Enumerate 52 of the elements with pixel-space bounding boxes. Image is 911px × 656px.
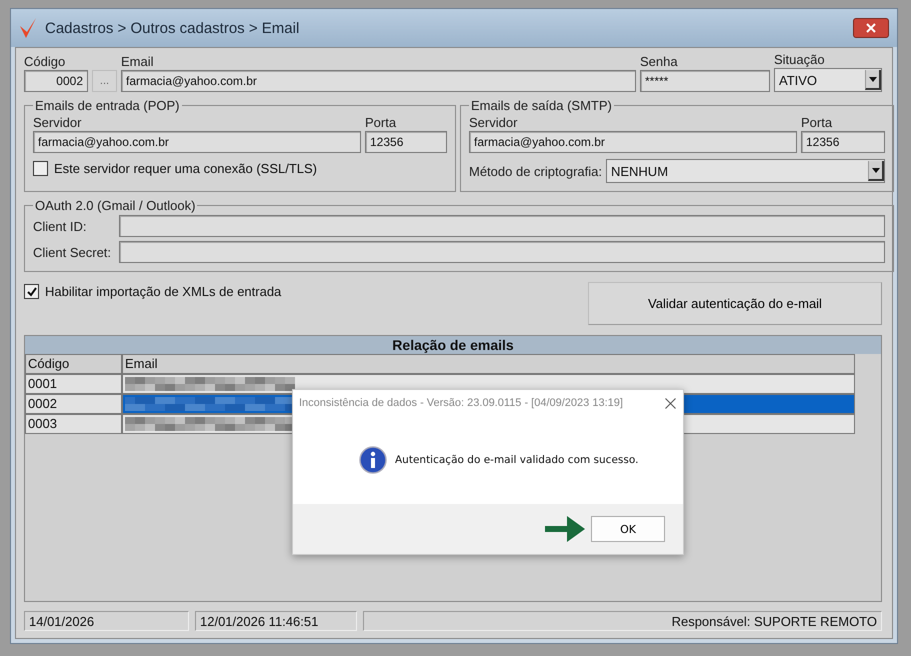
dropdown-caret-icon [872,168,880,172]
validate-button[interactable]: Validar autenticação do e-mail [588,282,882,325]
status-datetime: 12/01/2026 11:46:51 [195,611,357,631]
group-title: Emails de saída (SMTP) [470,98,613,113]
code-field[interactable]: 0002 [24,70,88,92]
email-field[interactable]: farmacia@yahoo.com.br [121,70,636,92]
field-label: Email [121,54,155,69]
field-label: Porta [365,115,398,130]
port-field[interactable]: 12356 [365,131,447,153]
checkbox-label: Este servidor requer uma conexão (SSL/TLS) [54,161,318,176]
table-cell: 0002 [25,394,122,414]
table-cell: 0001 [25,374,122,394]
field-label: Servidor [33,115,82,130]
server-field[interactable]: farmacia@yahoo.com.br [33,131,361,153]
status-dropdown[interactable]: ATIVO [774,68,882,92]
window-title: Cadastros > Outros cadastros > Email [45,20,300,36]
group-title: Emails de entrada (POP) [34,98,181,113]
field-label: Client Secret: [33,244,112,260]
status-date: 14/01/2026 [24,611,189,631]
check-logo-icon [19,17,37,39]
column-header: Email [122,354,855,374]
field-label: Servidor [469,115,518,130]
close-button[interactable] [853,18,889,38]
column-header: Código [25,354,122,374]
table-title: Relação de emails [25,336,881,354]
field-label: Porta [801,115,834,130]
arrow-icon [545,516,585,542]
group-title: OAuth 2.0 (Gmail / Outlook) [34,198,196,213]
checkbox-label: Habilitar importação de XMLs de entrada [45,284,282,299]
checkbox[interactable] [24,284,39,299]
dialog-title: Inconsistência de dados - Versão: 23.09.0115 - [04/09/2023 13:19] [299,397,624,409]
field-label: Situação [774,52,826,67]
table-cell: 0003 [25,414,122,434]
close-icon [866,23,876,33]
field-label: Client ID: [33,218,88,234]
dialog-message: Autenticação do e-mail validado com sucesso. [395,454,638,466]
client-secret-field[interactable] [119,241,885,263]
port-field[interactable]: 12356 [801,131,885,153]
info-icon [359,446,387,474]
dropdown-caret-icon [868,76,876,82]
password-field[interactable]: ***** [640,70,770,92]
server-field[interactable]: farmacia@yahoo.com.br [469,131,797,153]
lookup-button[interactable]: ... [92,70,117,92]
close-icon [664,398,676,408]
ok-button[interactable]: OK [591,516,665,542]
field-label: Senha [640,54,679,69]
checkbox[interactable] [33,161,48,176]
status-user: Responsável: SUPORTE REMOTO [363,611,882,631]
encryption-dropdown[interactable]: NENHUM [606,159,885,183]
field-label: Código [24,54,66,69]
client-id-field[interactable] [119,215,885,237]
field-label: Método de criptografia: [469,164,602,178]
